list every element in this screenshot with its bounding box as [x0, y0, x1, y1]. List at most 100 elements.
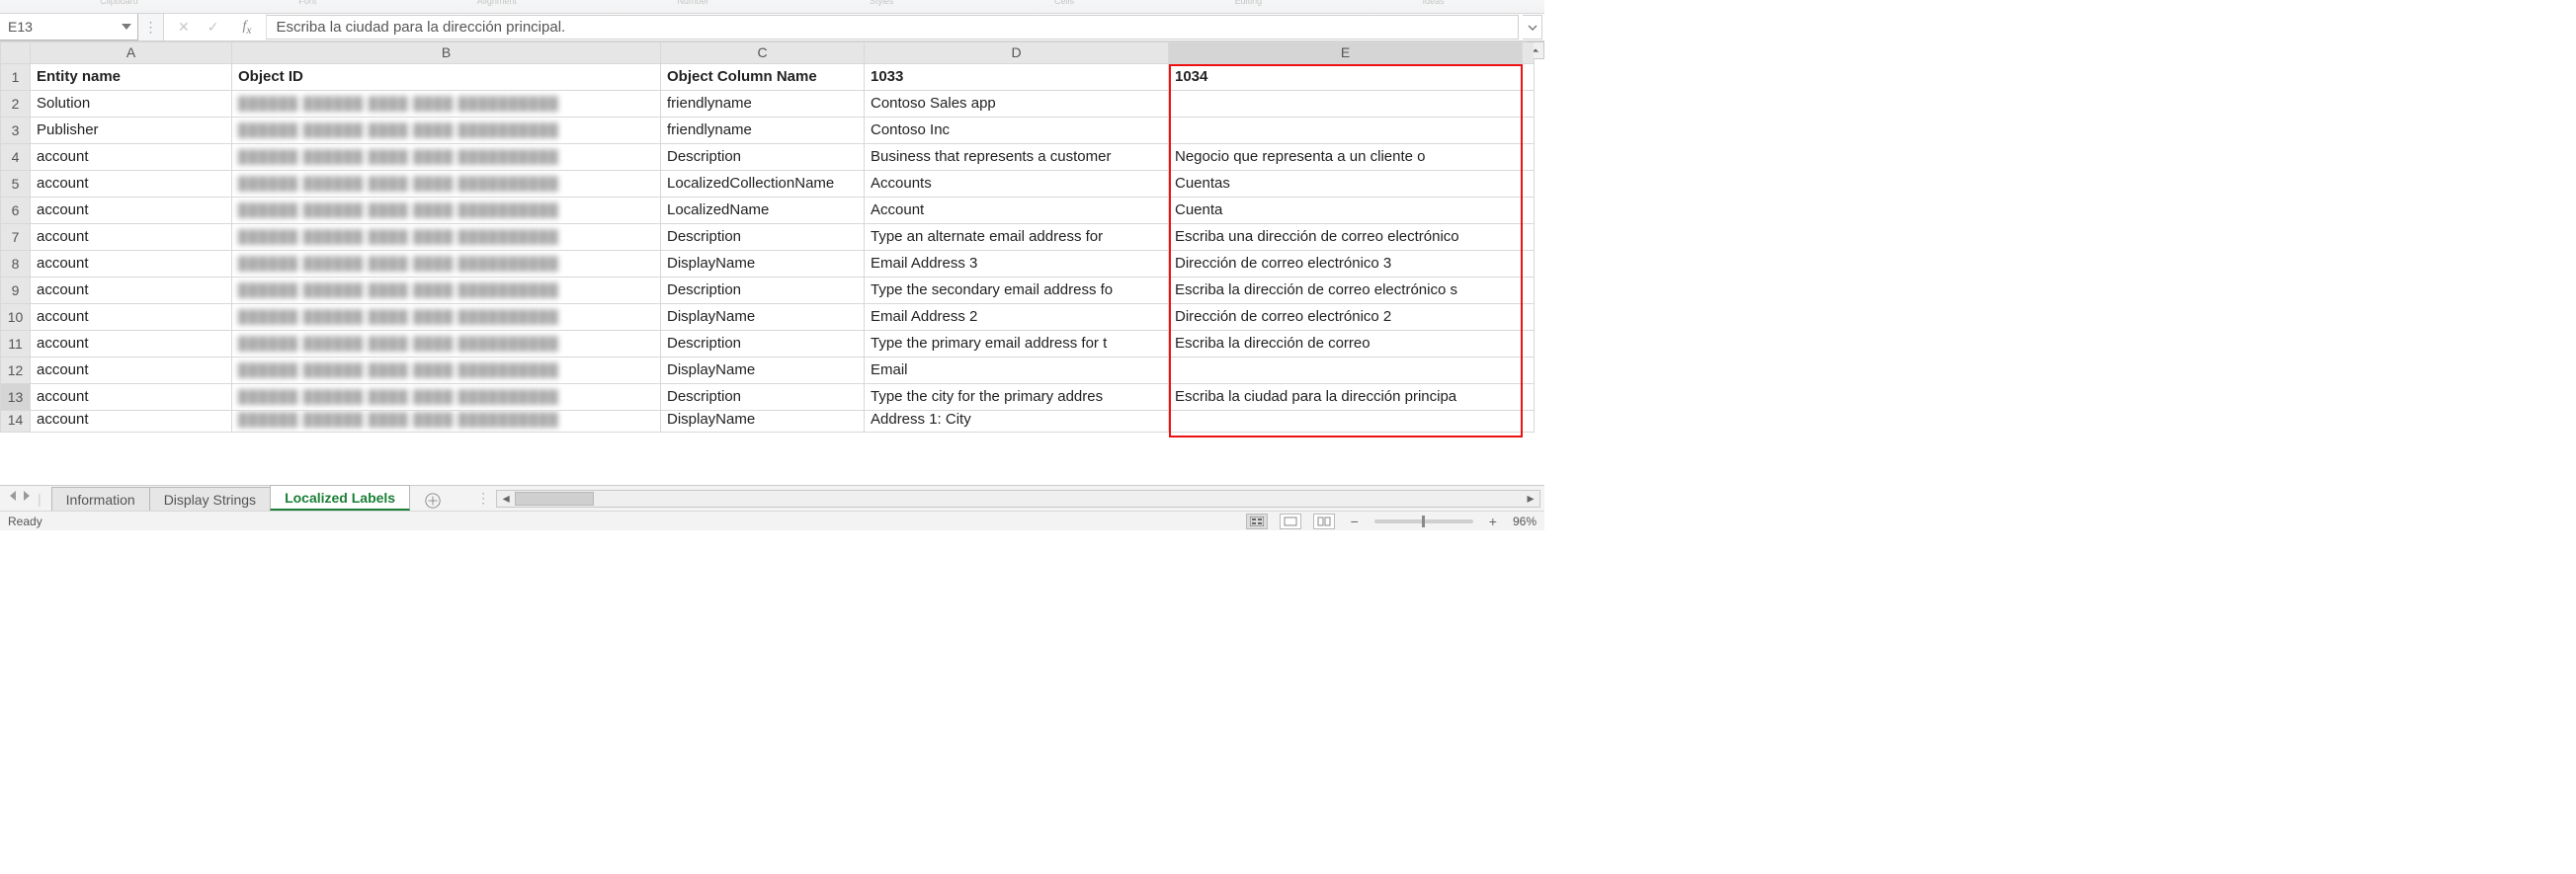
column-header-E[interactable]: E [1169, 42, 1523, 64]
cell[interactable]: LocalizedName [661, 198, 865, 224]
cell[interactable]: DisplayName [661, 358, 865, 384]
scroll-left-button[interactable]: ◂ [497, 491, 515, 507]
page-break-view-button[interactable] [1313, 514, 1335, 529]
cell[interactable]: account [31, 224, 232, 251]
cell[interactable]: ██████ ██████ ████ ████ ██████████ [232, 384, 661, 411]
sheet-nav-prev-icon[interactable] [10, 491, 16, 501]
cell[interactable]: Escriba una dirección de correo electrón… [1169, 224, 1523, 251]
formula-bar-input[interactable] [267, 15, 1519, 40]
cell[interactable]: Cuentas [1169, 171, 1523, 198]
page-layout-view-button[interactable] [1280, 514, 1301, 529]
cell[interactable]: Type the secondary email address fo [865, 278, 1169, 304]
cell[interactable]: Contoso Inc [865, 118, 1169, 144]
cell[interactable] [1523, 91, 1535, 118]
cell[interactable]: Escriba la dirección de correo electróni… [1169, 278, 1523, 304]
cell[interactable]: ██████ ██████ ████ ████ ██████████ [232, 358, 661, 384]
row-header-4[interactable]: 4 [1, 144, 31, 171]
sheet-tab-display-strings[interactable]: Display Strings [149, 487, 271, 511]
chevron-down-icon[interactable] [122, 24, 131, 30]
split-grip-icon[interactable]: ⋮ [476, 490, 490, 507]
cell[interactable]: Escriba la dirección de correo [1169, 331, 1523, 358]
row-header-6[interactable]: 6 [1, 198, 31, 224]
cell[interactable]: 1034 [1169, 64, 1523, 91]
cell[interactable]: Type an alternate email address for [865, 224, 1169, 251]
column-header-A[interactable]: A [31, 42, 232, 64]
cell[interactable]: DisplayName [661, 251, 865, 278]
cell[interactable]: Email [865, 358, 1169, 384]
cell[interactable]: ██████ ██████ ████ ████ ██████████ [232, 224, 661, 251]
cell[interactable]: Solution [31, 91, 232, 118]
zoom-in-button[interactable]: + [1485, 514, 1501, 529]
row-header-3[interactable]: 3 [1, 118, 31, 144]
scroll-right-button[interactable]: ▸ [1522, 491, 1539, 507]
cell[interactable] [1169, 411, 1523, 433]
cell[interactable]: Address 1: City [865, 411, 1169, 433]
cell[interactable] [1523, 144, 1535, 171]
cell[interactable]: ██████ ██████ ████ ████ ██████████ [232, 331, 661, 358]
cell[interactable]: Dirección de correo electrónico 3 [1169, 251, 1523, 278]
cell[interactable]: Description [661, 224, 865, 251]
horizontal-scrollbar[interactable]: ⋮ ◂ ▸ [476, 490, 1540, 508]
row-header-14[interactable]: 14 [1, 411, 31, 433]
zoom-slider[interactable] [1374, 519, 1473, 523]
cell[interactable]: Description [661, 331, 865, 358]
cell[interactable]: account [31, 144, 232, 171]
cell[interactable]: account [31, 411, 232, 433]
cell[interactable] [1523, 118, 1535, 144]
cell[interactable]: account [31, 278, 232, 304]
cell[interactable]: account [31, 304, 232, 331]
zoom-level-label[interactable]: 96% [1513, 515, 1537, 528]
zoom-out-button[interactable]: − [1347, 514, 1363, 529]
cell[interactable]: ██████ ██████ ████ ████ ██████████ [232, 304, 661, 331]
cell[interactable]: DisplayName [661, 304, 865, 331]
cell[interactable]: ██████ ██████ ████ ████ ██████████ [232, 251, 661, 278]
cell[interactable]: account [31, 171, 232, 198]
cell[interactable]: Accounts [865, 171, 1169, 198]
cell[interactable]: ██████ ██████ ████ ████ ██████████ [232, 118, 661, 144]
scroll-thumb[interactable] [515, 492, 594, 506]
cell[interactable]: ██████ ██████ ████ ████ ██████████ [232, 171, 661, 198]
cell[interactable]: Escriba la ciudad para la dirección prin… [1169, 384, 1523, 411]
cell[interactable] [1523, 278, 1535, 304]
cell[interactable]: Object ID [232, 64, 661, 91]
cell[interactable]: Description [661, 144, 865, 171]
cell[interactable] [1523, 411, 1535, 433]
cell[interactable]: ██████ ██████ ████ ████ ██████████ [232, 278, 661, 304]
cell[interactable] [1523, 224, 1535, 251]
cell[interactable]: account [31, 198, 232, 224]
formula-bar-resize-grip[interactable] [138, 14, 164, 40]
cell[interactable]: account [31, 251, 232, 278]
row-header-10[interactable]: 10 [1, 304, 31, 331]
row-header-13[interactable]: 13 [1, 384, 31, 411]
cell[interactable]: Cuenta [1169, 198, 1523, 224]
cell[interactable]: account [31, 331, 232, 358]
cell[interactable]: Description [661, 384, 865, 411]
cell[interactable]: Email Address 2 [865, 304, 1169, 331]
select-all-corner[interactable] [1, 42, 31, 64]
row-header-11[interactable]: 11 [1, 331, 31, 358]
cell[interactable]: Type the primary email address for t [865, 331, 1169, 358]
cell[interactable]: Dirección de correo electrónico 2 [1169, 304, 1523, 331]
cell[interactable]: 1033 [865, 64, 1169, 91]
new-sheet-button[interactable] [419, 491, 447, 511]
cell[interactable]: ██████ ██████ ████ ████ ██████████ [232, 411, 661, 433]
cell[interactable]: Description [661, 278, 865, 304]
cell[interactable] [1523, 171, 1535, 198]
cell[interactable]: Business that represents a customer [865, 144, 1169, 171]
cell[interactable] [1523, 331, 1535, 358]
cell[interactable]: Entity name [31, 64, 232, 91]
row-header-7[interactable]: 7 [1, 224, 31, 251]
row-header-1[interactable]: 1 [1, 64, 31, 91]
expand-formula-bar-button[interactable] [1523, 15, 1542, 40]
sheet-tab-information[interactable]: Information [51, 487, 150, 511]
cell[interactable]: account [31, 358, 232, 384]
row-header-2[interactable]: 2 [1, 91, 31, 118]
cell[interactable] [1169, 118, 1523, 144]
cell[interactable]: friendlyname [661, 118, 865, 144]
cell[interactable] [1523, 304, 1535, 331]
cell[interactable]: ██████ ██████ ████ ████ ██████████ [232, 91, 661, 118]
cell[interactable] [1523, 384, 1535, 411]
column-header-C[interactable]: C [661, 42, 865, 64]
column-header-D[interactable]: D [865, 42, 1169, 64]
cell[interactable]: Account [865, 198, 1169, 224]
